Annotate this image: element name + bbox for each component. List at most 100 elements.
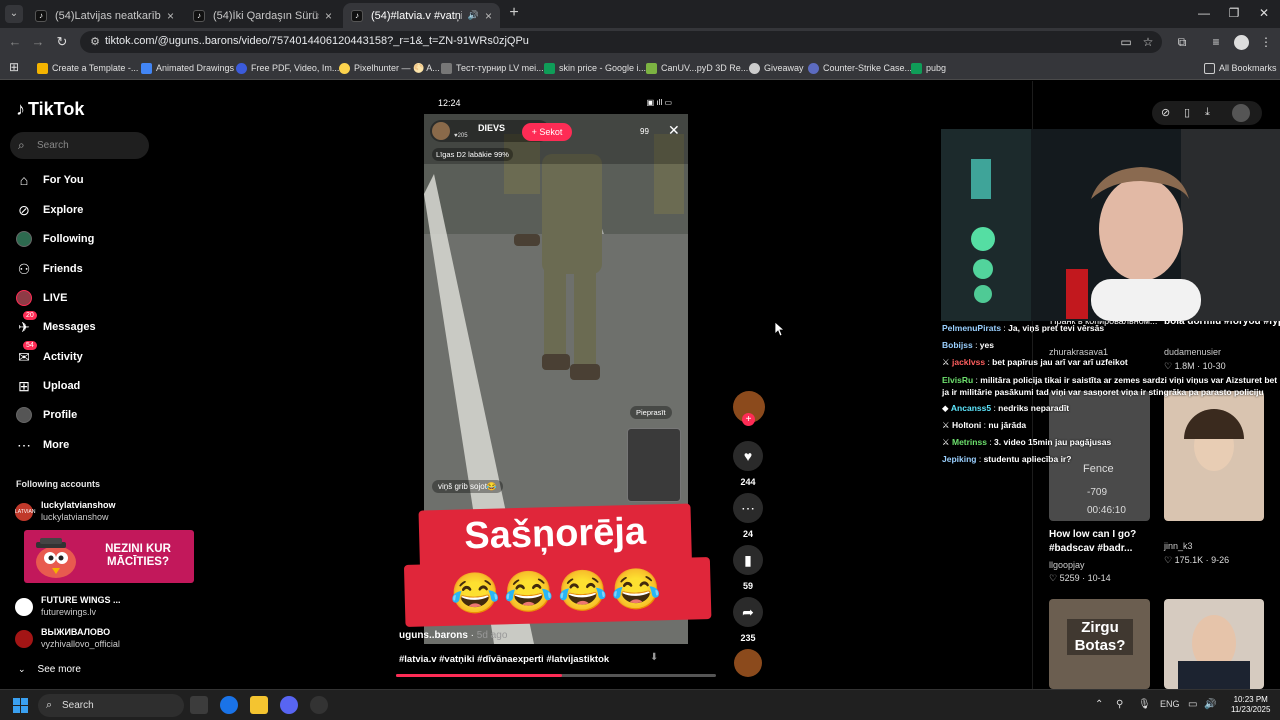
grid-video-thumbnail[interactable]: Zirgu Botas? (1049, 599, 1150, 689)
account-name: ВЫЖИВАЛОВО (41, 627, 111, 637)
bookmark-item[interactable]: Giveaway (749, 60, 804, 76)
search-input[interactable]: ⌕ Search (10, 132, 149, 159)
chat-text: bet papīrus jau arī var arī uzfeikot (992, 357, 1128, 367)
nav-live[interactable]: LIVE (15, 286, 155, 310)
speaker-icon[interactable]: 🔊 (468, 10, 479, 21)
account-item[interactable]: FUTURE WINGS ... futurewings.lv (15, 595, 205, 619)
file-explorer-icon[interactable] (250, 696, 268, 714)
download-icon[interactable]: ⤓ (1205, 106, 1210, 119)
grid-video-user[interactable]: llgoopjay (1049, 560, 1085, 570)
nav-following[interactable]: Following (15, 227, 155, 251)
caption-word: Sašņorēja (463, 510, 647, 558)
bookmark-item[interactable]: pubg (911, 60, 946, 76)
ad-overlay[interactable]: NEZINI KUR MĀCĪTIES? (24, 530, 194, 583)
volume-icon[interactable]: 🔊 (1204, 699, 1216, 710)
bookmark-item[interactable]: Animated Drawings (141, 60, 234, 76)
address-bar[interactable]: ⚙ tiktok.com/@uguns..barons/video/757401… (80, 31, 1162, 53)
task-view-icon[interactable] (190, 696, 208, 714)
close-window-icon[interactable]: ✕ (1253, 4, 1275, 22)
reading-list-icon[interactable]: ≡ (1208, 34, 1224, 50)
grid-video-thumbnail[interactable] (1164, 599, 1264, 689)
close-tab-icon[interactable]: × (167, 9, 174, 23)
cast-icon[interactable]: ▭ (1118, 34, 1134, 50)
grid-video-title[interactable]: How low can I go? #badscav #badr... (1049, 528, 1155, 556)
browser-tab[interactable]: ♪ (54)Latvijas neatkarības diena # × (27, 3, 182, 28)
bookmark-item[interactable]: Free PDF, Video, Im... (236, 60, 339, 76)
back-icon[interactable]: ← (6, 33, 24, 51)
user-avatar[interactable] (1232, 104, 1250, 122)
account-item[interactable]: ВЫЖИВАЛОВО vyzhivallovo_official (15, 627, 205, 651)
app-icon[interactable] (310, 696, 328, 714)
heart-count-icon: ♥205 (454, 133, 468, 139)
browser-menu-icon[interactable]: ⋮ (1258, 34, 1274, 50)
nav-friends[interactable]: ⚇ Friends (15, 257, 155, 281)
tab-search-button[interactable]: ⌄ (5, 5, 23, 23)
bookmark-item[interactable]: Create a Template -... (37, 60, 138, 76)
follow-plus-icon[interactable]: + (742, 413, 755, 426)
bookmark-item[interactable]: Counter-Strike Case... (808, 60, 912, 76)
profile-avatar[interactable] (1234, 35, 1249, 50)
grid-video-user[interactable]: jinn_k3 (1164, 541, 1193, 551)
language-indicator[interactable]: ENG (1160, 699, 1180, 709)
bookmark-item[interactable]: skin price - Google i... (544, 60, 646, 76)
device-icon[interactable]: ▯ (1184, 106, 1190, 119)
discord-icon[interactable] (280, 696, 298, 714)
account-item[interactable]: LATVIAN luckylatvianshow luckylatviansho… (15, 500, 205, 524)
close-tab-icon[interactable]: × (325, 9, 332, 23)
nav-explore[interactable]: ⊘ Explore (15, 198, 155, 222)
microphone-icon[interactable]: 🎙 (1138, 699, 1151, 710)
bookmark-star-icon[interactable]: ☆ (1140, 34, 1156, 50)
video-progress-bar[interactable] (396, 674, 716, 677)
autoscroll-icon[interactable]: ⊘ (1161, 106, 1170, 119)
url-text[interactable]: tiktok.com/@uguns..barons/video/75740144… (105, 35, 529, 47)
forward-icon[interactable]: → (29, 33, 47, 51)
chat-text: nedriks neparadīt (998, 403, 1070, 413)
reload-icon[interactable]: ↻ (53, 33, 71, 51)
nav-messages[interactable]: ✈ 20 Messages (15, 311, 155, 339)
chrome-icon[interactable] (220, 696, 238, 714)
nav-upload[interactable]: ⊞ Upload (15, 374, 155, 398)
bookmark-item[interactable]: CanUV...pyD 3D Re... (646, 60, 748, 76)
taskbar-clock[interactable]: 10:23 PM 11/23/2025 (1231, 695, 1270, 715)
bookmark-item[interactable]: Тест-турнир LV mei... (441, 60, 544, 76)
windows-start-icon[interactable] (13, 698, 28, 713)
browser-tab-active[interactable]: ♪ (54)#latvia.v #vatņiki #dīvā 🔊 × (343, 3, 500, 28)
tiktok-logo[interactable]: ♪ TikTok (16, 99, 84, 120)
ask-button[interactable]: Pieprasīt (630, 406, 672, 419)
like-button[interactable]: ♥ 244 (733, 441, 763, 487)
browser-tab[interactable]: ♪ (54)İki Qardaşın Sürüşü: Əğlənc × (185, 3, 340, 28)
viewer-count: 99 (640, 127, 649, 136)
share-button[interactable]: ➦ 235 (733, 597, 763, 643)
restore-icon[interactable]: ❐ (1223, 4, 1245, 22)
save-button[interactable]: ▮ 59 (733, 545, 763, 591)
nav-for-you[interactable]: ⌂ For You (15, 168, 155, 192)
scroll-down-icon[interactable]: ⬇ (650, 652, 658, 663)
apps-grid-icon[interactable]: ⊞ (6, 59, 22, 75)
pip-preview[interactable] (627, 428, 681, 502)
all-bookmarks-button[interactable]: All Bookmarks (1204, 60, 1277, 76)
bookmark-label: CanUV...pyD 3D Re... (661, 63, 749, 73)
extensions-icon[interactable]: ⧉ (1174, 34, 1190, 50)
display-icon[interactable]: ▭ (1188, 699, 1197, 710)
minimize-icon[interactable]: — (1193, 4, 1215, 22)
nav-profile[interactable]: Profile (15, 403, 155, 427)
sound-disc-button[interactable] (733, 649, 763, 677)
close-icon[interactable]: ✕ (668, 122, 680, 139)
bookmark-item[interactable]: Pixelhunter — 🌕 A... (339, 60, 440, 76)
tray-expand-icon[interactable]: ⌃ (1095, 699, 1103, 710)
close-tab-icon[interactable]: × (485, 9, 492, 23)
network-off-icon[interactable]: ⚲ (1116, 699, 1123, 710)
site-info-icon[interactable]: ⚙ (88, 35, 102, 49)
nav-more[interactable]: ⋯ More (15, 433, 155, 457)
video-hashtags[interactable]: #latvia.v #vatņiki #dīvānaexperti #latvi… (399, 654, 609, 665)
video-author-line[interactable]: uguns..barons · 5d ago (399, 630, 507, 641)
follow-button[interactable]: + Sekot (522, 123, 572, 141)
nav-activity[interactable]: ✉ 54 Activity (15, 341, 155, 369)
cartoon-bird-icon (36, 538, 76, 578)
taskbar-search[interactable]: ⌕ Search (38, 694, 184, 717)
comment-button[interactable]: ⋯ 24 (733, 493, 763, 539)
new-tab-button[interactable]: + (505, 4, 523, 22)
author-name[interactable]: uguns..barons (399, 630, 468, 641)
creator-avatar-button[interactable]: + (733, 391, 765, 426)
see-more-button[interactable]: ⌄ See more (18, 664, 81, 675)
